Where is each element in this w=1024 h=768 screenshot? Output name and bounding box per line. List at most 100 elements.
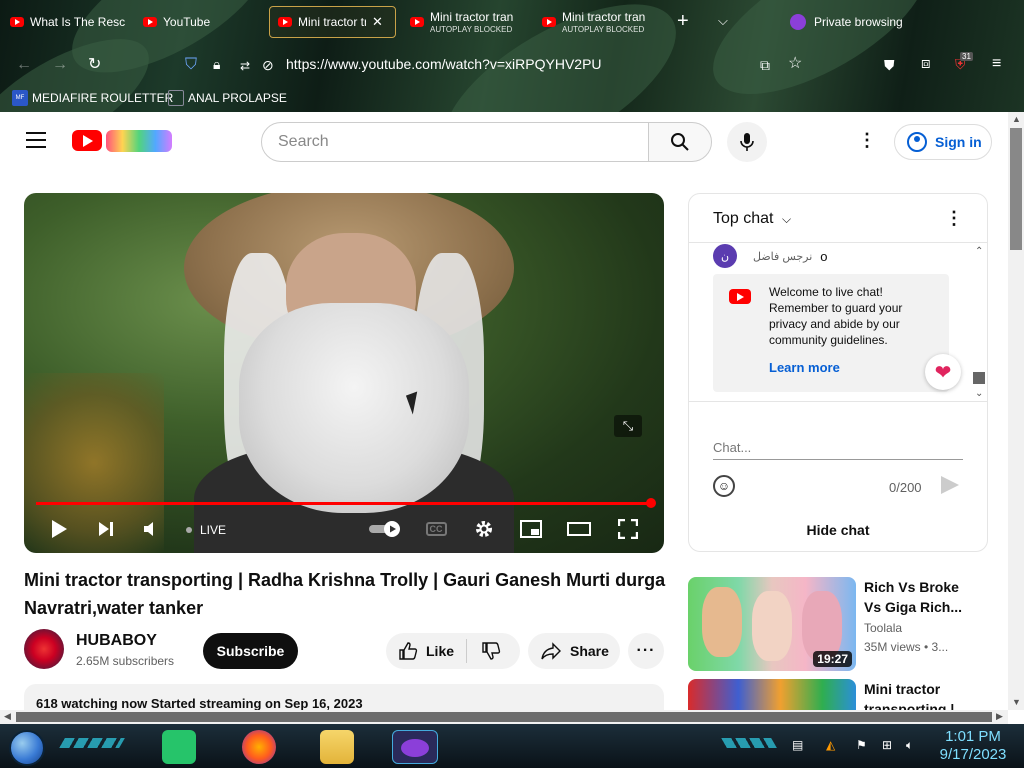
youtube-icon: [542, 17, 556, 27]
tab-3-active[interactable]: Mini tractor tr ✕: [269, 6, 396, 38]
tab-1[interactable]: What Is The Resc: [10, 6, 125, 38]
bookmark-star-icon[interactable]: ☆: [788, 56, 802, 72]
related-thumbnail[interactable]: 19:27: [688, 577, 856, 671]
hide-chat-button[interactable]: Hide chat: [689, 522, 987, 538]
heart-reaction-icon[interactable]: ❤: [925, 354, 961, 390]
sign-in-label: Sign in: [935, 134, 982, 150]
autoplay-toggle[interactable]: [368, 517, 402, 541]
send-icon[interactable]: [941, 476, 959, 494]
extensions-icon[interactable]: ⧈: [921, 56, 931, 72]
subtitles-button[interactable]: CC: [423, 517, 449, 541]
autoplay-blocked-icon[interactable]: ⊘: [262, 57, 274, 73]
chat-mode-dropdown[interactable]: Top chat ⌵: [713, 210, 791, 228]
youtube-logo-icon[interactable]: [72, 130, 102, 151]
hamburger-menu-icon[interactable]: ≡: [992, 56, 1001, 72]
share-button[interactable]: Share: [528, 633, 620, 669]
tab-4[interactable]: Mini tractor tran AUTOPLAY BLOCKED: [410, 6, 520, 38]
video-player[interactable]: ⤡ LIVE CC: [24, 193, 664, 553]
volume-button[interactable]: [139, 517, 163, 541]
play-button[interactable]: [47, 517, 71, 541]
scroll-left-arrow-icon[interactable]: ◀: [4, 711, 11, 722]
account-icon: [907, 132, 927, 152]
live-indicator[interactable]: LIVE: [186, 523, 226, 537]
speaker-icon[interactable]: 🔈︎: [906, 738, 913, 753]
chat-scroll-down-icon[interactable]: ⌄: [975, 388, 983, 399]
pocket-icon[interactable]: ⛊: [884, 57, 895, 73]
bookmark-mediafire[interactable]: MF MEDIAFIRE ROULETTER: [12, 90, 173, 106]
chat-author-avatar[interactable]: ن: [713, 244, 737, 268]
subscribe-button[interactable]: Subscribe: [203, 633, 298, 669]
bookmark-second[interactable]: ANAL PROLAPSE: [168, 90, 287, 106]
picture-in-picture-icon[interactable]: ⧉: [760, 57, 770, 73]
learn-more-link[interactable]: Learn more: [769, 360, 937, 376]
sign-in-button[interactable]: Sign in: [894, 124, 992, 160]
ethernet-icon[interactable]: ⊞: [882, 738, 892, 752]
chat-input[interactable]: Chat...: [713, 440, 963, 460]
related-title[interactable]: Rich Vs Broke Vs Giga Rich...: [864, 577, 974, 617]
related-meta: 35M views • 3...: [864, 640, 949, 654]
tab-5[interactable]: Mini tractor tran AUTOPLAY BLOCKED: [542, 6, 652, 38]
cc-icon: CC: [425, 522, 447, 536]
tracking-shield-icon[interactable]: ⛉: [185, 57, 197, 73]
lock-icon[interactable]: 🔒︎: [213, 56, 220, 72]
emoji-picker-icon[interactable]: ☺: [713, 475, 735, 497]
miniplayer-expand-icon[interactable]: ⤡: [614, 415, 642, 437]
theater-mode-button[interactable]: [567, 517, 591, 541]
clock-date: 9/17/2023: [939, 746, 1007, 763]
scroll-right-arrow-icon[interactable]: ▶: [996, 711, 1003, 722]
horizontal-scrollbar-thumb[interactable]: [16, 712, 992, 722]
play-icon: [52, 520, 67, 538]
firefox-icon[interactable]: [242, 730, 276, 764]
notes-app-icon[interactable]: [162, 730, 196, 764]
reload-icon[interactable]: ↻: [88, 57, 101, 73]
bookmark-label: ANAL PROLAPSE: [188, 91, 287, 105]
related-thumbnail[interactable]: [688, 679, 856, 710]
tab-list-chevron-icon[interactable]: ⌵: [718, 13, 728, 29]
like-button[interactable]: Like: [386, 641, 454, 661]
private-browsing-app-icon[interactable]: [392, 730, 438, 764]
more-actions-button[interactable]: ···: [628, 633, 664, 669]
scroll-down-arrow-icon[interactable]: ▼: [1012, 697, 1021, 707]
guide-menu-icon[interactable]: [26, 132, 46, 148]
description-box[interactable]: 618 watching now Started streaming on Se…: [24, 684, 664, 710]
system-clock[interactable]: 1:01 PM 9/17/2023: [930, 728, 1016, 764]
chat-scroll-up-icon[interactable]: ⌃: [975, 246, 983, 257]
bookmark-page-icon: [168, 90, 184, 106]
search-button[interactable]: [648, 122, 712, 162]
channel-name[interactable]: HUBABOY: [76, 632, 157, 650]
miniplayer-button[interactable]: [519, 517, 543, 541]
next-button[interactable]: [94, 517, 118, 541]
chat-scrollbar-thumb[interactable]: [973, 372, 985, 384]
url-bar[interactable]: https://www.youtube.com/watch?v=xiRPQYHV…: [286, 56, 602, 72]
forward-icon[interactable]: →: [52, 57, 68, 73]
network-bars-icon[interactable]: ▤: [792, 738, 803, 752]
page-scrollbar-thumb[interactable]: [1010, 128, 1022, 250]
settings-button[interactable]: [472, 517, 496, 541]
tab-subtitle: AUTOPLAY BLOCKED: [562, 25, 645, 34]
flag-icon[interactable]: ⚑: [856, 738, 867, 752]
fullscreen-button[interactable]: [616, 517, 640, 541]
channel-avatar[interactable]: [24, 629, 64, 669]
back-icon[interactable]: ←: [16, 57, 32, 73]
settings-kebab-icon[interactable]: ⋮: [858, 130, 876, 151]
file-explorer-icon[interactable]: [320, 730, 354, 764]
tab-2[interactable]: YouTube: [143, 6, 253, 38]
permissions-icon[interactable]: ⇄: [240, 58, 250, 74]
start-button[interactable]: [9, 730, 45, 766]
close-tab-icon[interactable]: ✕: [372, 14, 383, 30]
search-input[interactable]: Search: [261, 122, 649, 162]
related-video-2[interactable]: Mini tractor transporting |: [688, 679, 988, 710]
youtube-doodle-logo[interactable]: [106, 130, 172, 152]
related-title[interactable]: Mini tractor transporting |: [864, 679, 974, 710]
video-title: Mini tractor transporting | Radha Krishn…: [24, 570, 666, 618]
new-tab-icon[interactable]: +: [677, 11, 689, 31]
tray-app-icon[interactable]: ◭: [826, 738, 835, 752]
voice-search-button[interactable]: [727, 122, 767, 162]
scroll-up-arrow-icon[interactable]: ▲: [1012, 114, 1021, 124]
related-channel[interactable]: Toolala: [864, 621, 902, 635]
dislike-button[interactable]: [467, 641, 501, 661]
progress-bar[interactable]: [36, 498, 656, 508]
related-video-1[interactable]: 19:27 Rich Vs Broke Vs Giga Rich... Tool…: [688, 577, 988, 671]
chat-author-name[interactable]: نرجس فاضل: [753, 250, 812, 263]
chat-kebab-icon[interactable]: ⋮: [945, 208, 963, 229]
